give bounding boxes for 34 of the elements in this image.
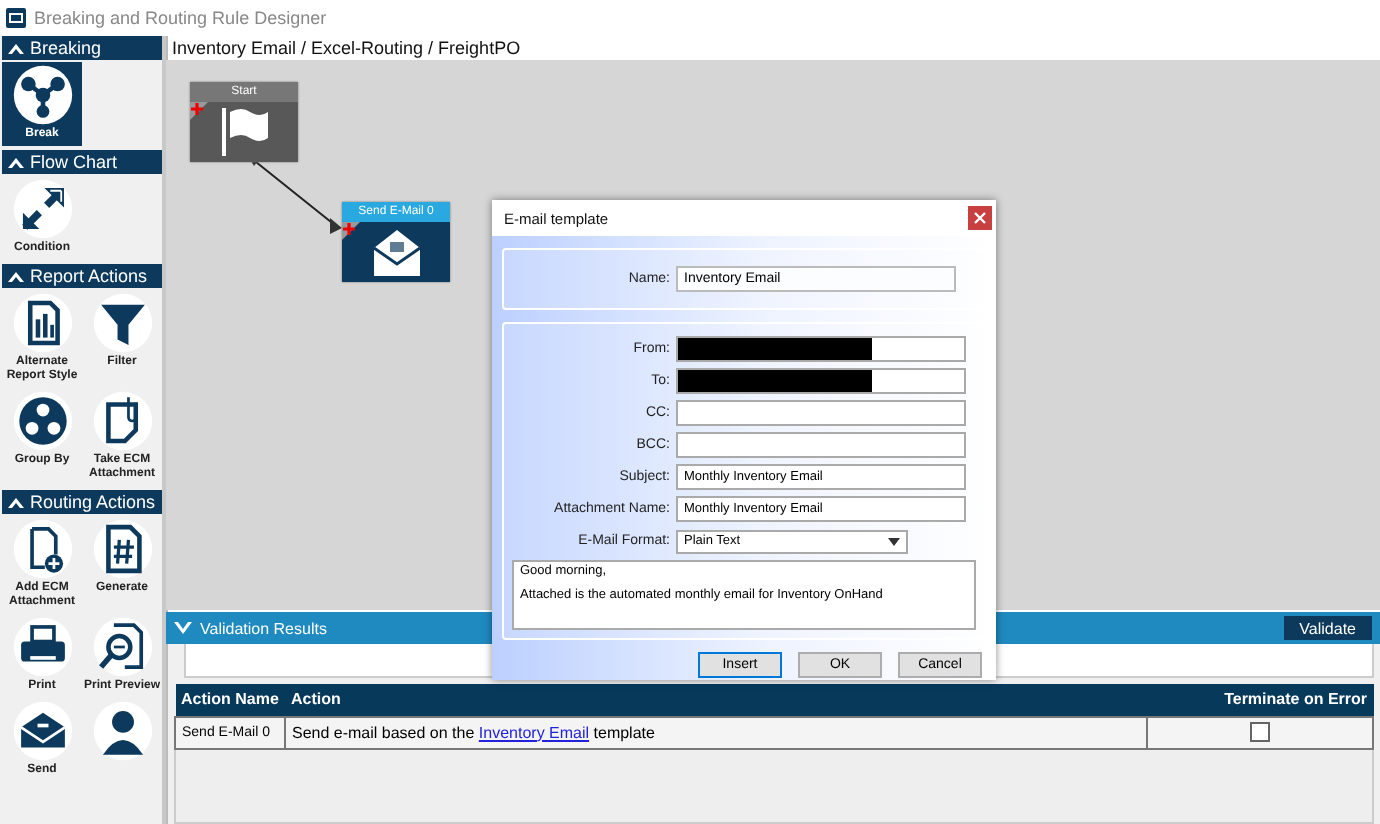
paperclip-document-icon (91, 390, 153, 452)
hash-document-icon (91, 518, 153, 580)
person-icon (91, 700, 153, 762)
window-title: Breaking and Routing Rule Designer (34, 8, 327, 28)
bar-chart-document-icon (11, 292, 73, 354)
section-header[interactable]: Flow Chart (2, 150, 162, 174)
action-text: Send e-mail based on the Inventory Email template (292, 723, 655, 741)
section-header[interactable]: Report Actions (2, 264, 162, 288)
document-plus-icon (11, 518, 73, 580)
app-icon (6, 8, 26, 28)
section-header[interactable]: Breaking (2, 36, 162, 60)
column-header: Action (285, 684, 1147, 716)
input-field[interactable] (676, 336, 966, 362)
funnel-icon (91, 292, 153, 354)
plus-icon (190, 102, 208, 120)
column-header: Action Name (175, 684, 285, 716)
close-icon (974, 212, 986, 224)
input-field[interactable] (676, 432, 966, 458)
envelope-icon (11, 700, 73, 762)
three-circles-icon (11, 390, 73, 452)
validate-button[interactable]: Validate (1283, 616, 1372, 640)
input-field[interactable] (676, 400, 966, 426)
printer-icon (11, 616, 73, 678)
close-button[interactable] (968, 206, 992, 230)
dropdown-caret-icon (888, 537, 900, 545)
magnifier-document-icon (91, 616, 153, 678)
diagonal-arrows-icon (11, 178, 73, 240)
template-link[interactable]: Inventory Email (478, 723, 590, 741)
nodes-icon (11, 64, 73, 126)
column-header: Terminate on Error (1147, 684, 1373, 716)
plus-icon (342, 222, 360, 240)
checkbox[interactable] (1250, 722, 1270, 742)
input-field[interactable] (676, 368, 966, 394)
section-header[interactable]: Routing Actions (2, 490, 162, 514)
